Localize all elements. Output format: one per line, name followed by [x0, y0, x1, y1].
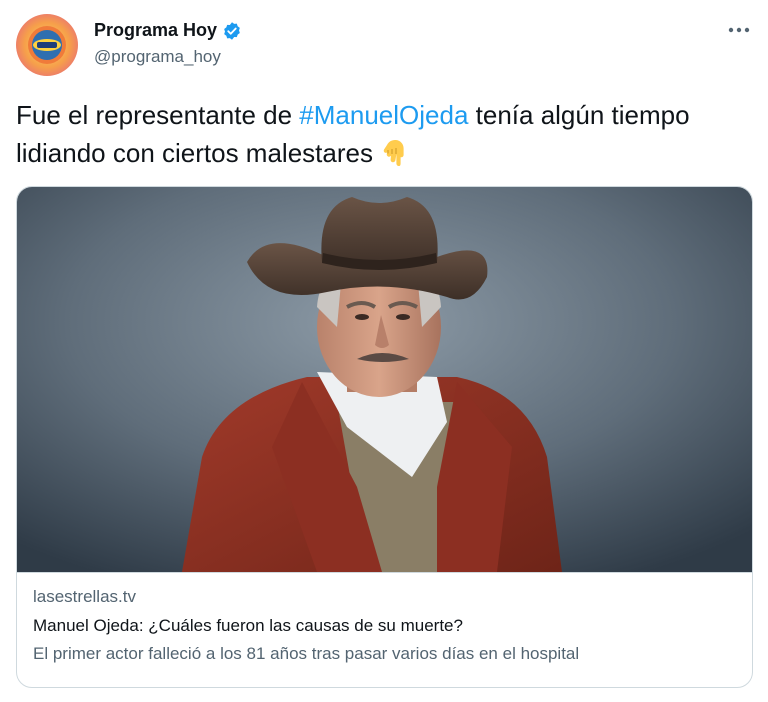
tweet-text: Fue el representante de #ManuelOjeda ten…	[16, 96, 746, 178]
avatar[interactable]	[16, 14, 78, 76]
handle[interactable]: @programa_hoy	[94, 47, 242, 67]
card-description: El primer actor falleció a los 81 años t…	[33, 644, 580, 663]
verified-badge-icon	[222, 21, 242, 41]
portrait-photo	[17, 187, 752, 572]
card-domain: lasestrellas.tv	[33, 587, 136, 606]
backhand-index-pointing-down-icon	[380, 138, 408, 178]
card-meta: lasestrellas.tv Manuel Ojeda: ¿Cuáles fu…	[17, 572, 752, 664]
tweet: Programa Hoy @programa_hoy Fue el repres…	[0, 0, 768, 702]
display-name[interactable]: Programa Hoy	[94, 20, 217, 41]
card-image[interactable]	[17, 187, 752, 572]
author-info: Programa Hoy @programa_hoy	[94, 20, 242, 67]
tweet-text-before: Fue el representante de	[16, 100, 300, 130]
more-dots-icon[interactable]	[728, 16, 750, 38]
hashtag-link[interactable]: #ManuelOjeda	[299, 100, 468, 130]
card-title: Manuel Ojeda: ¿Cuáles fueron las causas …	[33, 616, 463, 635]
programa-hoy-logo-icon	[16, 14, 78, 76]
name-row: Programa Hoy	[94, 20, 242, 41]
link-card[interactable]: lasestrellas.tv Manuel Ojeda: ¿Cuáles fu…	[16, 186, 753, 688]
